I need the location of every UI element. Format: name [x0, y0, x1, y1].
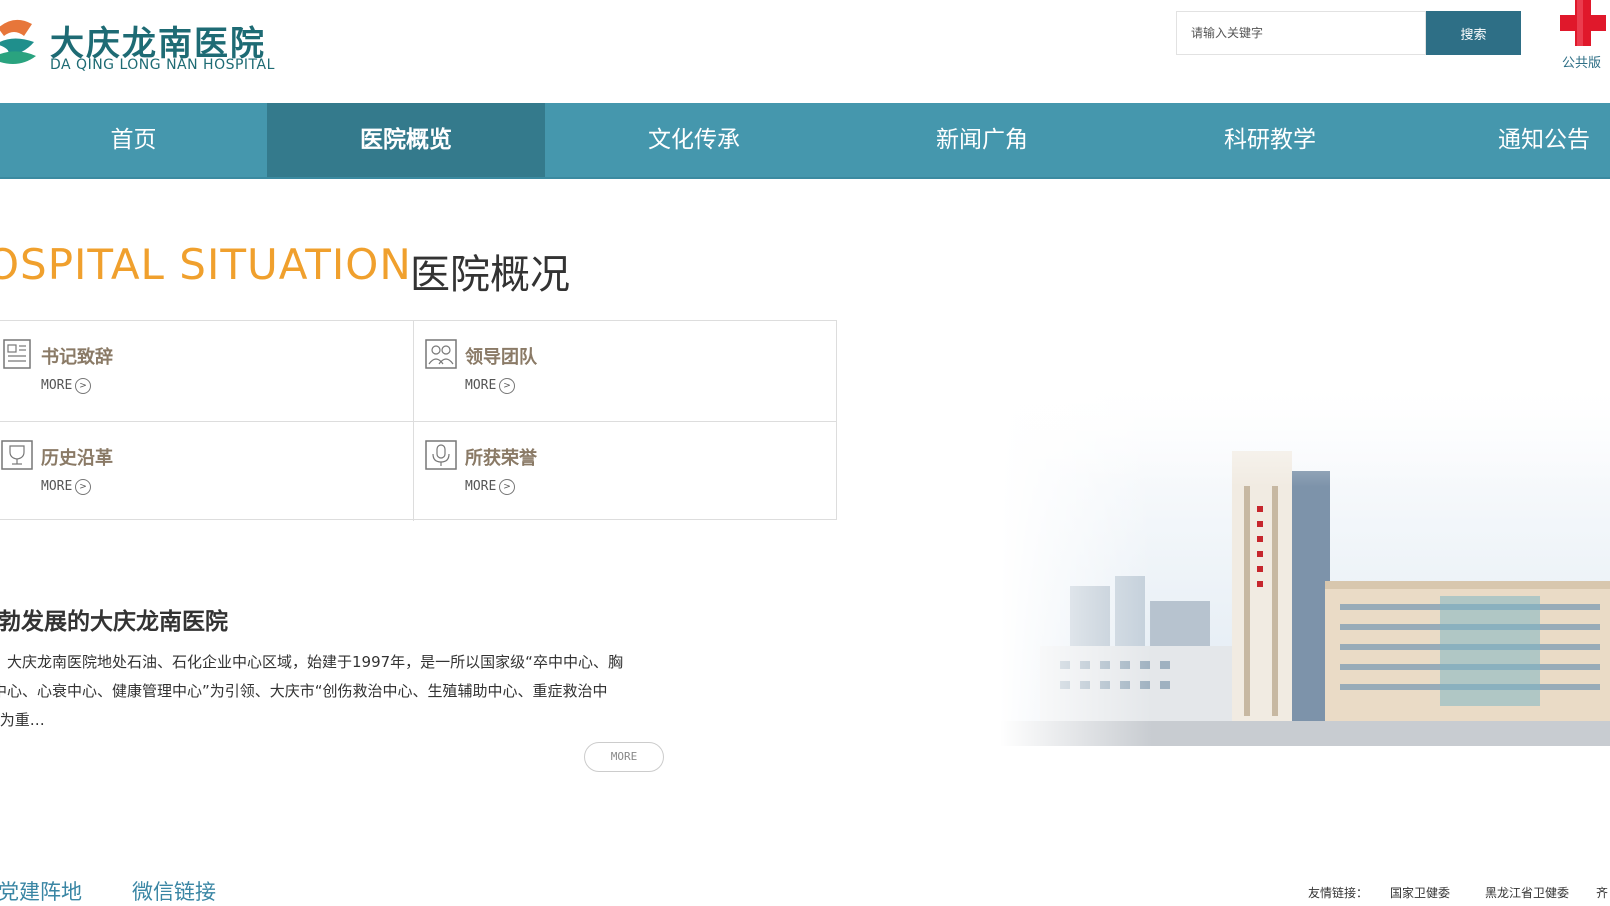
arrow-circle-icon[interactable]: >	[75, 378, 91, 394]
article-line: ”为重…	[0, 711, 45, 729]
arrow-circle-icon[interactable]: >	[499, 378, 515, 394]
nav-item-overview[interactable]: 医院概览	[267, 103, 545, 177]
grid-item-honors[interactable]: 所获荣誉 MORE >	[413, 421, 836, 521]
medal-icon	[425, 440, 457, 470]
friend-links-label: 友情链接：	[1308, 886, 1369, 900]
nav-item-notices[interactable]: 通知公告	[1419, 103, 1610, 177]
grid-item-title: 领导团队	[465, 347, 537, 368]
red-cross-icon	[1560, 0, 1606, 46]
section-title-cn: 医院概况	[410, 252, 570, 298]
friend-link[interactable]: 黑龙江省卫健委	[1485, 884, 1569, 901]
article-more-button[interactable]: MORE	[584, 742, 664, 772]
logo-english-name: DA QING LONG NAN HOSPITAL	[50, 57, 275, 73]
article-summary: ，大庆龙南医院地处石油、石化企业中心区域，始建于1997年，是一所以国家级“卒中…	[0, 648, 664, 735]
search-input[interactable]	[1176, 11, 1426, 55]
hospital-building-image	[1000, 376, 1610, 746]
article-line: ，大庆龙南医院地处石油、石化企业中心区域，始建于1997年，是一所以国家级“卒中…	[0, 653, 623, 671]
main-nav: 首页 医院概览 文化传承 新闻广角 科研教学 通知公告	[0, 103, 1610, 179]
nav-item-news[interactable]: 新闻广角	[843, 103, 1121, 177]
overview-grid: 书记致辞 MORE > 领导团队 MORE > 历史沿革 MORE > 所获荣誉…	[0, 320, 837, 521]
trophy-icon	[1, 440, 33, 470]
grid-item-title: 书记致辞	[41, 347, 113, 368]
document-icon	[3, 339, 31, 369]
more-link[interactable]: MORE	[41, 378, 72, 393]
public-version-label: 公共版	[1562, 56, 1602, 71]
grid-item-title: 历史沿革	[41, 448, 113, 469]
article-line: 中心、心衰中心、健康管理中心”为引领、大庆市“创伤救治中心、生殖辅助中心、重症救…	[0, 682, 608, 700]
more-link[interactable]: MORE	[41, 479, 72, 494]
search-button[interactable]: 搜索	[1426, 11, 1521, 55]
search-bar: 搜索	[1176, 11, 1521, 55]
arrow-circle-icon[interactable]: >	[75, 479, 91, 495]
arrow-circle-icon[interactable]: >	[499, 479, 515, 495]
more-link[interactable]: MORE	[465, 479, 496, 494]
footer-link-party[interactable]: 党建阵地	[0, 876, 82, 906]
grid-item-leadership[interactable]: 领导团队 MORE >	[413, 321, 836, 421]
grid-item-history[interactable]: 历史沿革 MORE >	[0, 421, 413, 521]
logo-mark-icon	[0, 19, 36, 64]
section-title-en: OSPITAL SITUATION	[0, 240, 412, 289]
hospital-logo[interactable]: 大庆龙南医院 DA QING LONG NAN HOSPITAL	[0, 10, 304, 73]
nav-item-culture[interactable]: 文化传承	[555, 103, 833, 177]
friend-link[interactable]: 齐	[1596, 884, 1608, 901]
footer-link-wechat[interactable]: 微信链接	[132, 876, 216, 906]
more-link[interactable]: MORE	[465, 378, 496, 393]
friend-link[interactable]: 国家卫健委	[1390, 884, 1450, 901]
nav-item-home[interactable]: 首页	[0, 103, 267, 177]
grid-item-title: 所获荣誉	[465, 448, 537, 469]
grid-item-speech[interactable]: 书记致辞 MORE >	[0, 321, 413, 421]
nav-item-research[interactable]: 科研教学	[1131, 103, 1409, 177]
public-version-link[interactable]: 公共版	[1556, 0, 1610, 71]
team-icon	[425, 339, 457, 369]
article-title[interactable]: 勃发展的大庆龙南医院	[0, 602, 228, 636]
